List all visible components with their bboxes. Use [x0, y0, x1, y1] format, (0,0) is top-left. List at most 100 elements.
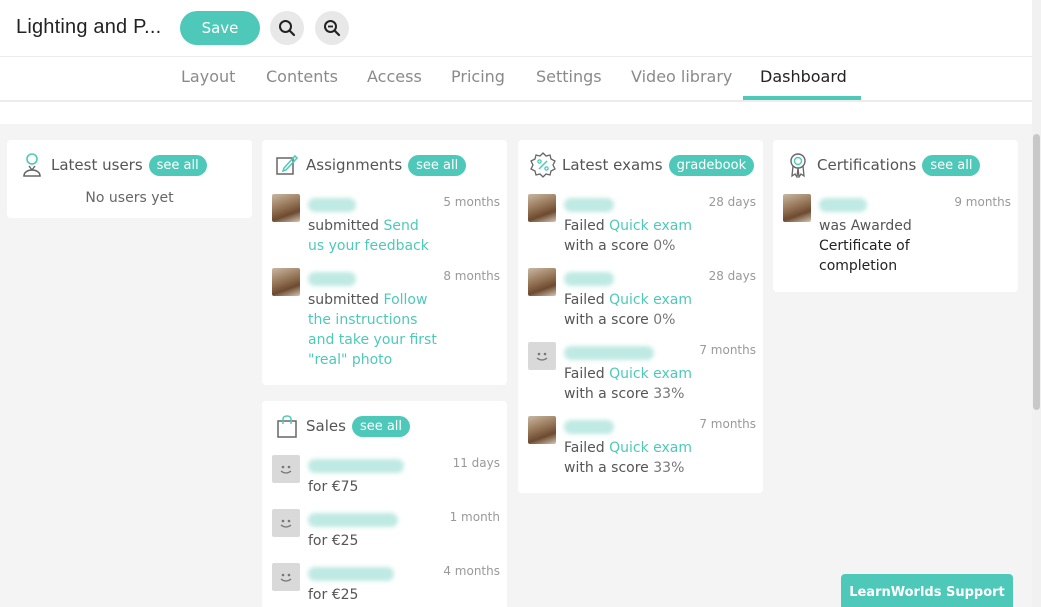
tab-bar: Layout Contents Access Pricing Settings … — [0, 56, 1032, 102]
card-title: Certifications — [817, 156, 917, 174]
page-scrollbar[interactable] — [1032, 0, 1041, 607]
list-item[interactable]: 7 months Failed Quick exam with a score … — [528, 342, 756, 408]
see-all-sales-button[interactable]: see all — [351, 415, 411, 437]
item-description: submitted Follow the instructions and ta… — [308, 290, 438, 370]
list-item[interactable]: 11 days for €75 — [272, 455, 500, 499]
score-value: 0% — [653, 238, 676, 254]
score-value: 33% — [653, 386, 685, 402]
shopping-bag-icon — [274, 412, 300, 440]
see-all-assignments-button[interactable]: see all — [408, 154, 467, 176]
course-title: Lighting and P... — [16, 16, 162, 38]
action-verb: submitted — [308, 218, 380, 234]
card-header: Latest exams gradebook — [530, 150, 755, 180]
zoom-out-button[interactable] — [315, 11, 349, 45]
scroll-thumb[interactable] — [1033, 134, 1040, 410]
user-name-blurred[interactable] — [564, 198, 614, 212]
card-header: Certifications see all — [785, 150, 981, 180]
tab-pricing[interactable]: Pricing — [451, 67, 505, 86]
timestamp: 11 days — [452, 456, 500, 470]
list-item[interactable]: 28 days Failed Quick exam with a score 0… — [528, 268, 756, 334]
user-name-blurred[interactable] — [308, 513, 398, 527]
avatar — [272, 194, 300, 222]
sub-bar — [0, 102, 1032, 124]
top-bar: Lighting and P... Save — [0, 0, 1032, 56]
user-name-blurred[interactable] — [564, 346, 654, 360]
item-description: Failed Quick exam with a score 0% — [564, 216, 724, 256]
user-name-blurred[interactable] — [564, 272, 614, 286]
score-label: with a score — [564, 460, 649, 476]
certificate-name: Certificate of completion — [819, 238, 910, 274]
exam-link[interactable]: Quick exam — [609, 440, 692, 456]
user-name-blurred[interactable] — [564, 420, 614, 434]
score-value: 33% — [653, 460, 685, 476]
exam-link[interactable]: Quick exam — [609, 366, 692, 382]
item-description: Failed Quick exam with a score 33% — [564, 438, 724, 478]
timestamp: 5 months — [443, 195, 500, 209]
tab-access[interactable]: Access — [367, 67, 422, 86]
user-icon — [19, 151, 45, 179]
zoom-out-icon — [324, 20, 341, 37]
item-description: submitted Send us your feedback — [308, 216, 438, 256]
action-verb: Failed — [564, 440, 605, 456]
sales-card: Sales see all 11 days for €75 1 month fo… — [262, 401, 507, 607]
user-name-blurred[interactable] — [308, 567, 394, 581]
avatar — [272, 268, 300, 296]
score-value: 0% — [653, 312, 676, 328]
gradebook-button[interactable]: gradebook — [668, 154, 755, 176]
support-button[interactable]: LearnWorlds Support — [841, 574, 1013, 607]
exam-link[interactable]: Quick exam — [609, 292, 692, 308]
action-verb: was Awarded — [819, 218, 912, 234]
list-item[interactable]: 28 days Failed Quick exam with a score 0… — [528, 194, 756, 260]
item-description: Failed Quick exam with a score 33% — [564, 364, 724, 404]
tab-dashboard[interactable]: Dashboard — [760, 67, 847, 86]
smiley-icon — [280, 465, 292, 474]
sale-amount: for €75 — [308, 479, 359, 495]
see-all-certifications-button[interactable]: see all — [922, 154, 981, 176]
search-button[interactable] — [270, 11, 304, 45]
user-name-blurred[interactable] — [308, 459, 404, 473]
user-name-blurred[interactable] — [308, 198, 356, 212]
tab-settings[interactable]: Settings — [536, 67, 602, 86]
list-item[interactable]: 5 months submitted Send us your feedback — [272, 194, 500, 264]
exam-link[interactable]: Quick exam — [609, 218, 692, 234]
avatar — [783, 194, 811, 222]
smiley-icon — [536, 352, 548, 361]
timestamp: 8 months — [443, 269, 500, 283]
percent-badge-icon — [530, 151, 556, 179]
action-verb: Failed — [564, 366, 605, 382]
list-item[interactable]: 1 month for €25 — [272, 509, 500, 553]
smiley-icon — [280, 519, 292, 528]
latest-users-card: Latest users see all No users yet — [7, 140, 252, 218]
tab-contents[interactable]: Contents — [266, 67, 338, 86]
list-item[interactable]: 9 months was Awarded Certificate of comp… — [783, 194, 1011, 284]
smiley-icon — [280, 573, 292, 582]
avatar — [528, 416, 556, 444]
score-label: with a score — [564, 386, 649, 402]
score-label: with a score — [564, 238, 649, 254]
avatar — [272, 455, 300, 483]
card-title: Latest users — [51, 156, 143, 174]
search-icon — [279, 20, 296, 37]
tab-video-library[interactable]: Video library — [631, 67, 732, 86]
empty-state-text: No users yet — [85, 190, 174, 206]
user-name-blurred[interactable] — [308, 272, 356, 286]
award-ribbon-icon — [785, 151, 811, 179]
timestamp: 28 days — [708, 195, 756, 209]
active-tab-indicator — [743, 96, 861, 100]
user-name-blurred[interactable] — [819, 198, 867, 212]
avatar — [272, 509, 300, 537]
card-header: Latest users see all — [19, 150, 207, 180]
avatar — [272, 563, 300, 591]
save-button[interactable]: Save — [180, 11, 260, 45]
timestamp: 28 days — [708, 269, 756, 283]
see-all-users-button[interactable]: see all — [148, 154, 207, 176]
list-item[interactable]: 7 months Failed Quick exam with a score … — [528, 416, 756, 482]
timestamp: 7 months — [699, 417, 756, 431]
latest-exams-card: Latest exams gradebook 28 days Failed Qu… — [518, 140, 763, 493]
timestamp: 1 month — [449, 510, 500, 524]
tab-layout[interactable]: Layout — [181, 67, 235, 86]
card-title: Sales — [306, 417, 346, 435]
certifications-card: Certifications see all 9 months was Awar… — [773, 140, 1018, 292]
list-item[interactable]: 4 months for €25 — [272, 563, 500, 607]
list-item[interactable]: 8 months submitted Follow the instructio… — [272, 268, 500, 378]
